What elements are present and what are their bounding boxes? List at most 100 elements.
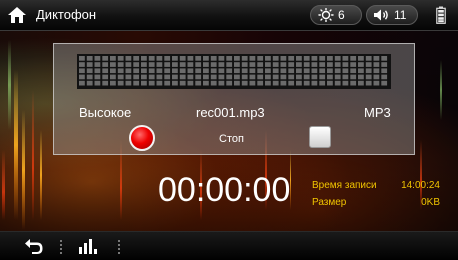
meter-segment	[311, 80, 318, 86]
stop-button[interactable]	[309, 126, 331, 148]
meter-segment	[164, 80, 171, 86]
meter-segment	[319, 56, 326, 61]
meter-segment	[156, 56, 163, 61]
brightness-button[interactable]: 6	[310, 5, 362, 25]
meter-segment	[311, 74, 318, 80]
meter-segment	[241, 80, 248, 86]
brightness-value: 6	[338, 8, 345, 22]
meter-segment	[117, 56, 124, 61]
meter-segment	[272, 68, 279, 74]
meter-segment	[296, 56, 302, 61]
meter-segment	[79, 74, 85, 80]
meter-segment	[265, 68, 271, 74]
meter-segment	[148, 80, 155, 86]
meter-segment	[296, 80, 302, 86]
meter-segment	[141, 68, 147, 74]
meter-segment	[203, 68, 209, 74]
equalizer-icon[interactable]	[78, 238, 98, 254]
meter-segment	[210, 62, 217, 67]
meter-segment	[234, 62, 240, 67]
meter-segment	[319, 62, 326, 67]
meter-segment	[241, 56, 248, 61]
meter-segment	[358, 56, 364, 61]
meter-segment	[381, 80, 388, 86]
meter-segment	[365, 80, 372, 86]
meter-segment	[358, 62, 364, 67]
meter-segment	[102, 62, 109, 67]
meter-segment	[272, 62, 279, 67]
meter-segment	[342, 74, 349, 80]
meter-segment	[226, 74, 233, 80]
meter-segment	[164, 74, 171, 80]
meter-segment	[102, 56, 109, 61]
meter-segment	[86, 56, 93, 61]
brightness-icon	[318, 8, 334, 22]
meter-segment	[272, 80, 279, 86]
meter-segment	[381, 68, 388, 74]
meter-segment	[358, 74, 364, 80]
meter-segment	[86, 68, 93, 74]
meter-segment	[296, 62, 302, 67]
meter-segment	[226, 80, 233, 86]
meter-segment	[288, 62, 295, 67]
quality-label[interactable]: Высокое	[79, 105, 131, 120]
page-title: Диктофон	[36, 7, 97, 22]
meter-segment	[94, 56, 101, 61]
meter-segment	[187, 68, 194, 74]
meter-segment	[241, 62, 248, 67]
meter-segment	[303, 62, 310, 67]
meter-segment	[164, 68, 171, 74]
meter-segment	[288, 56, 295, 61]
record-button[interactable]	[129, 125, 155, 151]
back-icon[interactable]	[24, 237, 44, 255]
meter-segment	[218, 68, 225, 74]
meter-segment	[117, 74, 124, 80]
meter-segment	[156, 62, 163, 67]
meter-segment	[110, 74, 116, 80]
meter-segment	[373, 62, 380, 67]
format-label[interactable]: MP3	[364, 105, 391, 120]
meter-segment	[133, 80, 140, 86]
meter-segment	[125, 80, 132, 86]
meter-segment	[249, 62, 256, 67]
meter-segment	[265, 80, 271, 86]
level-meter-segments	[79, 56, 388, 86]
meter-segment	[210, 74, 217, 80]
meter-segment	[234, 56, 240, 61]
meter-segment	[342, 62, 349, 67]
meter-segment	[334, 68, 341, 74]
meter-segment	[327, 74, 333, 80]
meter-segment	[148, 68, 155, 74]
meter-segment	[280, 56, 287, 61]
separator	[118, 240, 120, 254]
meter-segment	[125, 56, 132, 61]
elapsed-timer: 00:00:00	[158, 171, 291, 209]
meter-segment	[125, 62, 132, 67]
level-meter	[77, 54, 391, 89]
meter-segment	[358, 80, 364, 86]
meter-segment	[179, 56, 186, 61]
meter-segment	[110, 80, 116, 86]
recorder-screen: Диктофон 6 11 Высокое rec001.mp3 MP3 Сто…	[0, 0, 458, 260]
home-icon[interactable]	[6, 5, 28, 25]
meter-segment	[79, 62, 85, 67]
meter-segment	[334, 80, 341, 86]
meter-segment	[179, 74, 186, 80]
meter-segment	[156, 74, 163, 80]
meter-segment	[195, 68, 202, 74]
volume-icon	[374, 9, 388, 21]
meter-segment	[334, 56, 341, 61]
meter-segment	[79, 80, 85, 86]
meter-segment	[373, 68, 380, 74]
meter-segment	[79, 68, 85, 74]
meter-segment	[226, 56, 233, 61]
meter-segment	[164, 56, 171, 61]
meter-segment	[350, 62, 357, 67]
meter-segment	[373, 80, 380, 86]
meter-segment	[265, 74, 271, 80]
meter-segment	[156, 80, 163, 86]
volume-button[interactable]: 11	[366, 5, 418, 25]
meter-segment	[172, 80, 178, 86]
separator	[60, 240, 62, 254]
meter-segment	[327, 80, 333, 86]
